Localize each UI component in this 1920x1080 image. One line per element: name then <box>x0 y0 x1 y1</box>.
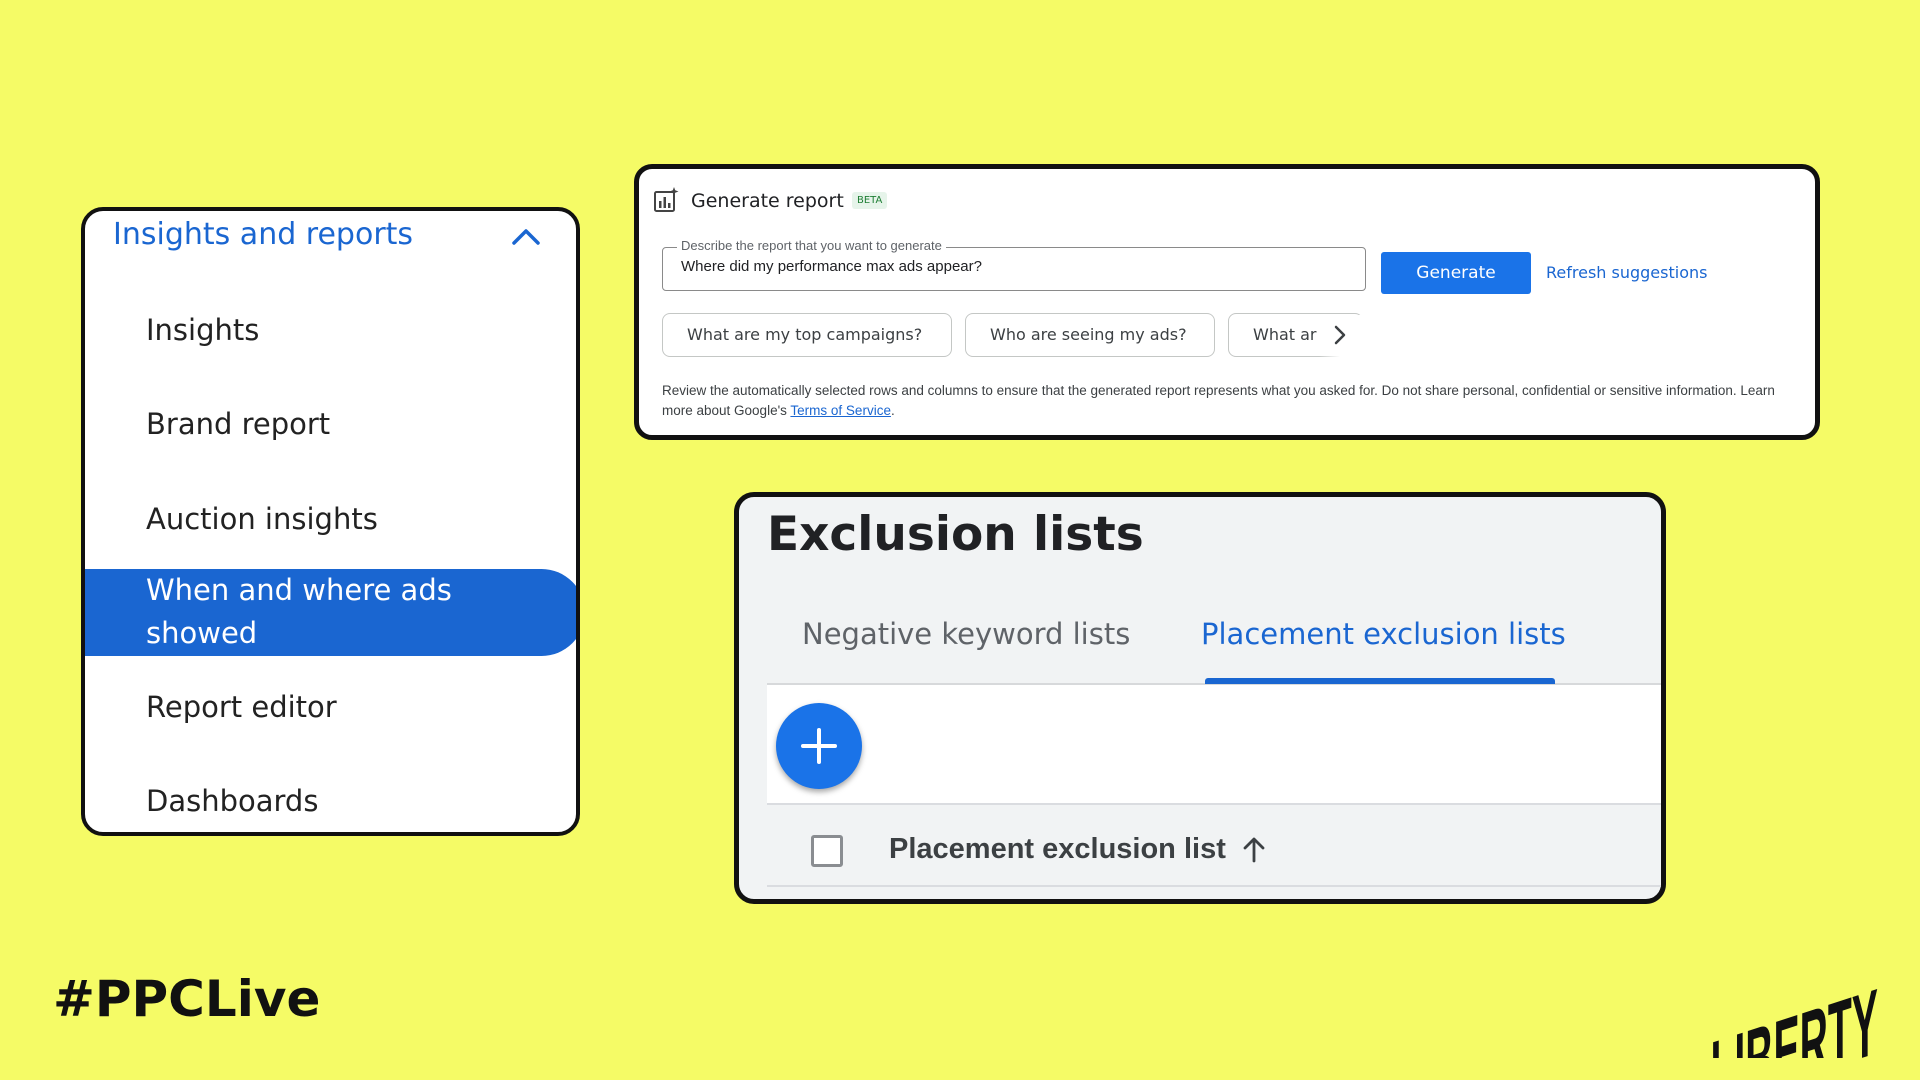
nav-item-dashboards[interactable]: Dashboards <box>146 780 318 822</box>
select-all-checkbox[interactable] <box>811 835 843 867</box>
report-description-label: Describe the report that you want to gen… <box>677 238 946 253</box>
nav-item-label: When and where ads showed <box>146 573 452 650</box>
nav-section-title[interactable]: Insights and reports <box>113 217 413 252</box>
report-description-field[interactable]: Describe the report that you want to gen… <box>662 238 1366 291</box>
table-toolbar <box>767 685 1661 805</box>
tab-placement-exclusion-lists[interactable]: Placement exclusion lists <box>1201 617 1566 651</box>
active-tab-indicator <box>1205 678 1555 684</box>
terms-of-service-link[interactable]: Terms of Service <box>790 403 891 418</box>
page-title: Exclusion lists <box>767 507 1144 562</box>
chevron-up-icon[interactable] <box>508 219 544 255</box>
add-list-button[interactable] <box>776 703 862 789</box>
generate-report-panel: Generate report BETA Describe the report… <box>634 164 1820 440</box>
tab-negative-keyword-lists[interactable]: Negative keyword lists <box>802 617 1130 651</box>
nav-item-report-editor[interactable]: Report editor <box>146 686 337 728</box>
report-description-input[interactable] <box>681 258 1341 275</box>
generate-button[interactable]: Generate <box>1381 252 1531 294</box>
chevron-right-icon[interactable] <box>1327 322 1353 348</box>
exclusion-lists-panel: Exclusion lists Negative keyword lists P… <box>734 492 1666 904</box>
beta-badge: BETA <box>852 192 888 209</box>
column-header-placement-exclusion-list[interactable]: Placement exclusion list <box>889 833 1226 866</box>
liberty-logo: LIBERTY <box>1710 970 1877 1058</box>
arrow-up-icon[interactable] <box>1239 835 1269 865</box>
liberty-logo-text: LIBERTY <box>1710 970 1877 1058</box>
nav-item-when-where-ads-showed[interactable]: When and where ads showed <box>85 569 576 656</box>
nav-item-brand-report[interactable]: Brand report <box>146 403 330 445</box>
nav-section-header[interactable]: Insights and reports <box>85 211 576 271</box>
insights-reports-nav: Insights and reports Insights Brand repo… <box>81 207 580 836</box>
suggestion-chip[interactable]: Who are seeing my ads? <box>965 313 1215 357</box>
analytics-sparkle-icon <box>654 187 679 212</box>
generate-report-title: Generate report <box>691 190 844 212</box>
disclaimer-text: Review the automatically selected rows a… <box>662 381 1802 421</box>
suggestion-chip[interactable]: What are my top campaigns? <box>662 313 952 357</box>
nav-item-insights[interactable]: Insights <box>146 309 259 351</box>
nav-item-auction-insights[interactable]: Auction insights <box>146 498 378 540</box>
disclaimer-end: . <box>890 403 895 418</box>
event-hashtag: #PPCLive <box>53 970 321 1028</box>
refresh-suggestions-link[interactable]: Refresh suggestions <box>1546 263 1707 282</box>
plus-icon <box>801 728 837 764</box>
